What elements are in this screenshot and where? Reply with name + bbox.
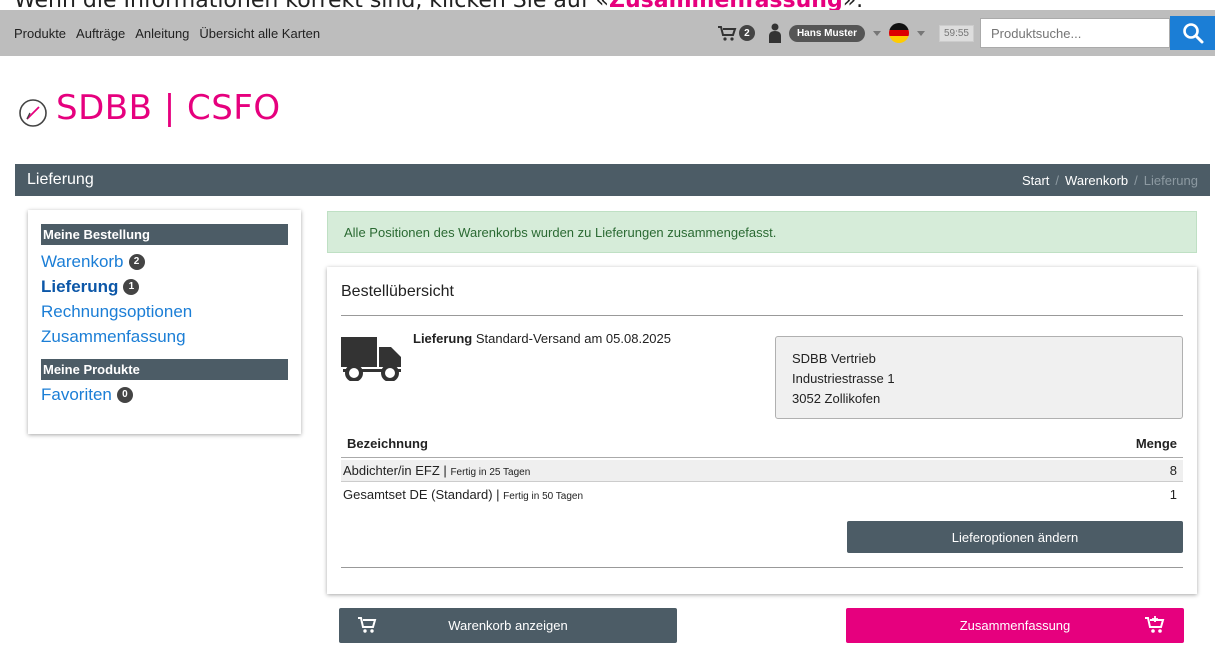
address-line: 3052 Zollikofen — [792, 391, 881, 406]
truck-icon — [341, 337, 401, 381]
table-row: Abdichter/in EFZ | Fertig in 25 Tagen 8 — [341, 460, 1183, 482]
sidebar-item-summary[interactable]: Zusammenfassung — [41, 324, 288, 349]
search-button[interactable] — [1170, 16, 1215, 50]
breadcrumb-cart[interactable]: Warenkorb — [1065, 173, 1128, 188]
address-line: Industriestrasse 1 — [792, 371, 895, 386]
cart-checkout-icon — [1145, 616, 1165, 633]
logo[interactable]: SDBB | CSFO — [18, 88, 281, 128]
delivery-label: Lieferung — [413, 331, 473, 346]
nav-all-cards[interactable]: Übersicht alle Karten — [199, 26, 320, 41]
top-right-tools: 2 Hans Muster 59:55 — [717, 10, 1215, 56]
item-name: Gesamtset DE (Standard) | — [343, 486, 500, 502]
search-icon — [1182, 23, 1203, 44]
item-note: Fertig in 50 Tagen — [503, 490, 584, 502]
sidebar-item-label: Warenkorb — [41, 252, 124, 271]
sidebar-item-label: Zusammenfassung — [41, 327, 186, 346]
compass-icon — [19, 99, 47, 127]
count-badge: 1 — [123, 278, 140, 295]
button-label: Zusammenfassung — [959, 618, 1071, 633]
item-quantity: 1 — [1169, 486, 1177, 502]
sidebar-item-label: Rechnungsoptionen — [41, 302, 193, 321]
user-icon[interactable] — [768, 23, 781, 43]
user-menu-chevron-down-icon[interactable] — [872, 30, 881, 36]
delivery-info: Lieferung Standard-Versand am 05.08.2025 — [413, 331, 671, 346]
overview-title: Bestellübersicht — [341, 283, 454, 300]
item-name-cell: Gesamtset DE (Standard) | Fertig in 50 T… — [343, 487, 583, 502]
cart-count-badge: 2 — [738, 25, 755, 41]
sidebar-heading-products: Meine Produkte — [41, 359, 288, 380]
table-header: Bezeichnung Menge — [341, 430, 1183, 458]
sidebar-heading-order: Meine Bestellung — [41, 224, 288, 245]
order-overview-panel: Bestellübersicht Lieferung Standard-Vers… — [327, 267, 1197, 594]
session-timer: 59:55 — [938, 24, 974, 42]
top-nav: Produkte Aufträge Anleitung Übersicht al… — [0, 26, 320, 41]
change-delivery-options-button[interactable]: Lieferoptionen ändern — [847, 521, 1183, 553]
column-header-quantity: Menge — [1135, 436, 1177, 451]
button-label: Warenkorb anzeigen — [448, 618, 568, 633]
item-name: Abdichter/in EFZ | — [343, 463, 447, 478]
logo-text: SDBB | CSFO — [56, 88, 281, 128]
user-name-pill[interactable]: Hans Muster — [788, 24, 865, 42]
top-bar: Produkte Aufträge Anleitung Übersicht al… — [0, 10, 1215, 56]
divider — [341, 567, 1183, 568]
search-input[interactable] — [980, 18, 1170, 48]
item-quantity: 8 — [1169, 463, 1177, 478]
breadcrumb-current: Lieferung — [1143, 172, 1198, 188]
breadcrumb-start[interactable]: Start — [1022, 173, 1049, 188]
column-header-name: Bezeichnung — [347, 436, 428, 451]
nav-guide[interactable]: Anleitung — [135, 26, 189, 41]
sidebar-item-favorites[interactable]: Favoriten 0 — [41, 382, 288, 407]
address-line: SDBB Vertrieb — [792, 351, 876, 366]
show-cart-button[interactable]: Warenkorb anzeigen — [339, 608, 677, 643]
count-badge: 2 — [128, 253, 145, 270]
breadcrumb: Start / Warenkorb / Lieferung — [1022, 173, 1198, 188]
success-alert: Alle Positionen des Warenkorbs wurden zu… — [327, 211, 1197, 253]
delivery-address: SDBB Vertrieb Industriestrasse 1 3052 Zo… — [775, 336, 1183, 419]
nav-orders[interactable]: Aufträge — [76, 26, 125, 41]
page-title-bar: Lieferung Start / Warenkorb / Lieferung — [15, 164, 1210, 196]
sidebar-item-label: Lieferung — [41, 277, 119, 296]
breadcrumb-separator: / — [1055, 172, 1060, 188]
sidebar-item-billing[interactable]: Rechnungsoptionen — [41, 299, 288, 324]
sidebar-item-delivery[interactable]: Lieferung 1 — [41, 274, 288, 299]
cart-icon — [358, 617, 377, 633]
cart-icon — [717, 26, 737, 41]
breadcrumb-separator: / — [1134, 172, 1138, 188]
nav-products[interactable]: Produkte — [14, 26, 66, 41]
german-flag-icon[interactable] — [888, 23, 909, 43]
delivery-text: Standard-Versand am 05.08.2025 — [475, 331, 671, 346]
item-name-cell: Abdichter/in EFZ | Fertig in 25 Tagen — [343, 463, 530, 478]
divider — [341, 315, 1183, 316]
page-title: Lieferung — [27, 171, 94, 188]
item-note: Fertig in 25 Tagen — [450, 467, 531, 478]
sidebar: Meine Bestellung Warenkorb 2 Lieferung 1… — [28, 210, 301, 434]
sidebar-item-label: Favoriten — [41, 385, 112, 404]
language-chevron-down-icon[interactable] — [916, 30, 925, 36]
top-cart[interactable]: 2 — [717, 25, 755, 41]
summary-button[interactable]: Zusammenfassung — [846, 608, 1184, 643]
count-badge: 0 — [116, 386, 133, 403]
sidebar-item-cart[interactable]: Warenkorb 2 — [41, 249, 288, 274]
table-row: Gesamtset DE (Standard) | Fertig in 50 T… — [341, 483, 1183, 505]
